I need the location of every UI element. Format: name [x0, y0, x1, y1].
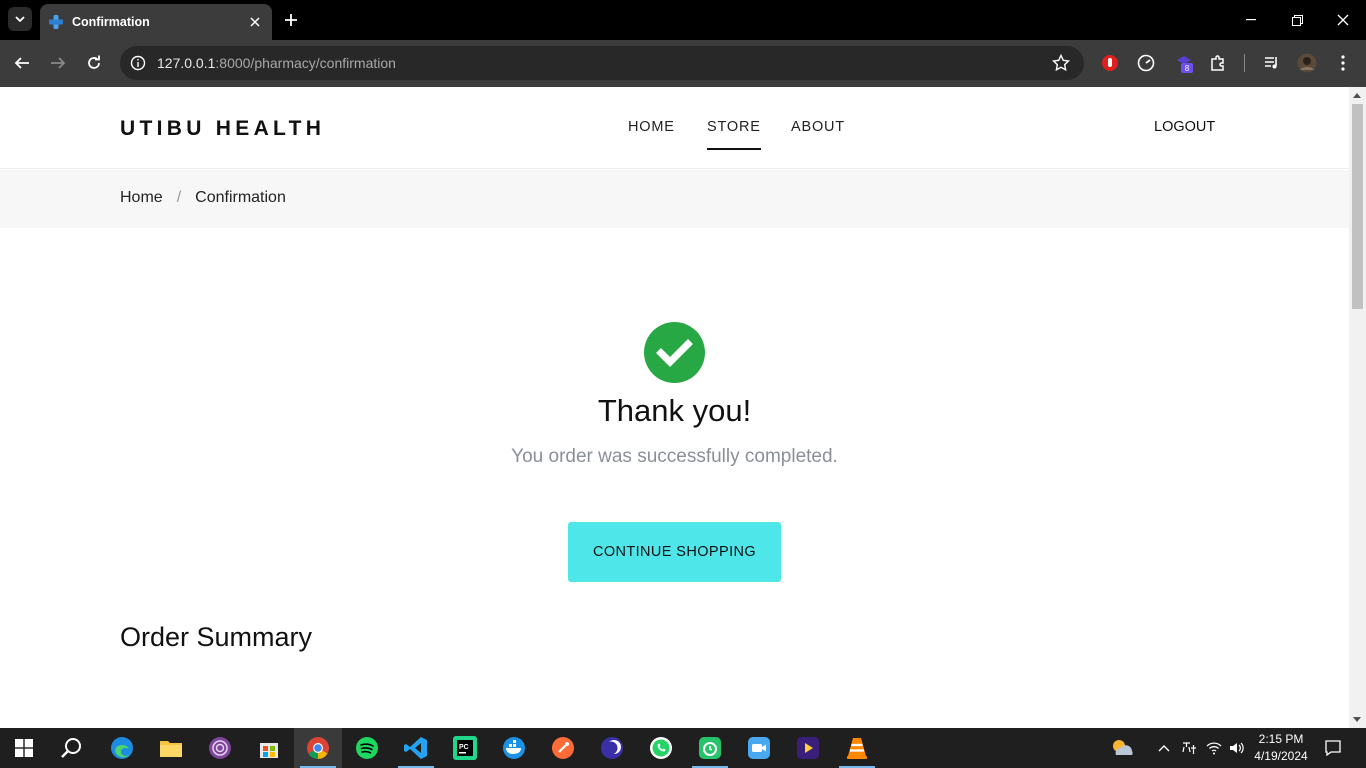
forward-button[interactable]: [45, 50, 71, 76]
search-icon: [61, 738, 81, 758]
arrow-left-icon: [14, 57, 29, 69]
vlc-taskbar-icon[interactable]: [833, 728, 881, 768]
scroll-down-arrow-icon[interactable]: [1353, 717, 1361, 722]
restore-button[interactable]: [1274, 0, 1320, 40]
toolbar-divider: [1244, 54, 1245, 72]
order-summary-heading: Order Summary: [120, 622, 313, 652]
breadcrumb-separator: /: [176, 189, 182, 206]
clock-time: 2:15 PM: [1258, 732, 1304, 746]
browser-menu-icon[interactable]: [1332, 52, 1354, 74]
scroll-thumb[interactable]: [1352, 104, 1363, 309]
tab-close-icon[interactable]: [246, 13, 264, 31]
medical-cross-icon: [49, 15, 63, 29]
windows-logo-icon: [15, 739, 33, 757]
browser-titlebar: Confirmation: [0, 0, 1366, 40]
windows-taskbar: PC 2:15 PM 4/19/2024: [0, 728, 1366, 768]
timer-app-taskbar-icon[interactable]: [686, 728, 734, 768]
page-scrollbar[interactable]: [1349, 87, 1366, 728]
media-controls-icon[interactable]: [1261, 52, 1283, 74]
breadcrumb-current: Confirmation: [195, 189, 286, 206]
minimize-icon: [1246, 19, 1256, 21]
postman-taskbar-icon[interactable]: [539, 728, 587, 768]
site-brand[interactable]: UTIBU HEALTH: [120, 117, 325, 141]
vscode-taskbar-icon[interactable]: [392, 728, 440, 768]
nav-store[interactable]: STORE: [707, 119, 761, 150]
restore-icon: [1291, 14, 1303, 26]
success-check-icon: [644, 322, 705, 383]
breadcrumb-bar: Home / Confirmation: [0, 170, 1349, 228]
url-path: :8000/pharmacy/confirmation: [215, 55, 396, 71]
tab-title: Confirmation: [72, 15, 150, 29]
reload-icon: [88, 55, 100, 69]
spotify-taskbar-icon[interactable]: [343, 728, 391, 768]
minimize-button[interactable]: [1228, 0, 1274, 40]
media-app-taskbar-icon[interactable]: [784, 728, 832, 768]
clock-date: 4/19/2024: [1254, 749, 1308, 763]
close-icon: [1337, 14, 1349, 26]
docker-taskbar-icon[interactable]: [490, 728, 538, 768]
speedometer-extension-icon[interactable]: [1135, 52, 1157, 74]
store-taskbar-icon[interactable]: [245, 728, 293, 768]
browser-tab[interactable]: Confirmation: [40, 4, 272, 40]
purple-extension-icon[interactable]: 8: [1173, 52, 1195, 74]
start-button[interactable]: [0, 728, 48, 768]
file-explorer-taskbar-icon[interactable]: [147, 728, 195, 768]
close-window-button[interactable]: [1320, 0, 1366, 40]
scroll-up-arrow-icon[interactable]: [1353, 93, 1361, 98]
extension-badge: 8: [1185, 64, 1190, 73]
notifications-icon[interactable]: [1320, 728, 1346, 768]
address-bar[interactable]: 127.0.0.1:8000/pharmacy/confirmation: [120, 46, 1084, 80]
success-message: You order was successfully completed.: [511, 446, 838, 467]
tor-taskbar-icon[interactable]: [196, 728, 244, 768]
chrome-taskbar-icon[interactable]: [294, 728, 342, 768]
wifi-icon[interactable]: [1203, 728, 1225, 768]
system-clock[interactable]: 2:15 PM 4/19/2024: [1250, 731, 1312, 765]
continue-shopping-button[interactable]: CONTINUE SHOPPING: [568, 522, 781, 582]
bookmark-star-icon[interactable]: [1052, 54, 1070, 72]
thank-you-heading: Thank you!: [597, 393, 752, 428]
url-text[interactable]: 127.0.0.1:8000/pharmacy/confirmation: [157, 55, 396, 71]
weather-icon[interactable]: [1106, 728, 1138, 768]
tab-search-button[interactable]: [8, 7, 32, 31]
browser-toolbar: 127.0.0.1:8000/pharmacy/confirmation 8: [0, 40, 1366, 87]
nav-home[interactable]: HOME: [628, 119, 675, 135]
web-page: UTIBU HEALTH HOME STORE ABOUT LOGOUT Hom…: [0, 87, 1349, 728]
logout-link[interactable]: LOGOUT: [1154, 119, 1215, 135]
url-host: 127.0.0.1: [157, 55, 216, 71]
svg-text:PC: PC: [459, 744, 469, 751]
pycharm-taskbar-icon[interactable]: PC: [441, 728, 489, 768]
adblock-extension-icon[interactable]: [1099, 52, 1121, 74]
site-info-icon[interactable]: [128, 53, 148, 73]
search-button[interactable]: [48, 728, 96, 768]
new-tab-button[interactable]: [280, 9, 302, 31]
breadcrumb-home[interactable]: Home: [120, 189, 163, 207]
plus-icon: [285, 14, 297, 26]
nav-about[interactable]: ABOUT: [791, 119, 845, 135]
whatsapp-taskbar-icon[interactable]: [637, 728, 685, 768]
zoom-taskbar-icon[interactable]: [735, 728, 783, 768]
reload-button[interactable]: [81, 50, 107, 76]
profile-avatar[interactable]: [1296, 52, 1318, 74]
chevron-down-icon: [15, 16, 25, 22]
extensions-puzzle-icon[interactable]: [1207, 52, 1229, 74]
breadcrumb: Home / Confirmation: [120, 189, 286, 207]
tray-chevron-up-icon[interactable]: [1154, 728, 1174, 768]
eclipse-taskbar-icon[interactable]: [588, 728, 636, 768]
edge-taskbar-icon[interactable]: [98, 728, 146, 768]
input-method-icon[interactable]: [1178, 728, 1200, 768]
volume-icon[interactable]: [1226, 728, 1248, 768]
arrow-right-icon: [51, 57, 66, 69]
back-button[interactable]: [9, 50, 35, 76]
site-header: UTIBU HEALTH HOME STORE ABOUT LOGOUT: [0, 87, 1349, 169]
